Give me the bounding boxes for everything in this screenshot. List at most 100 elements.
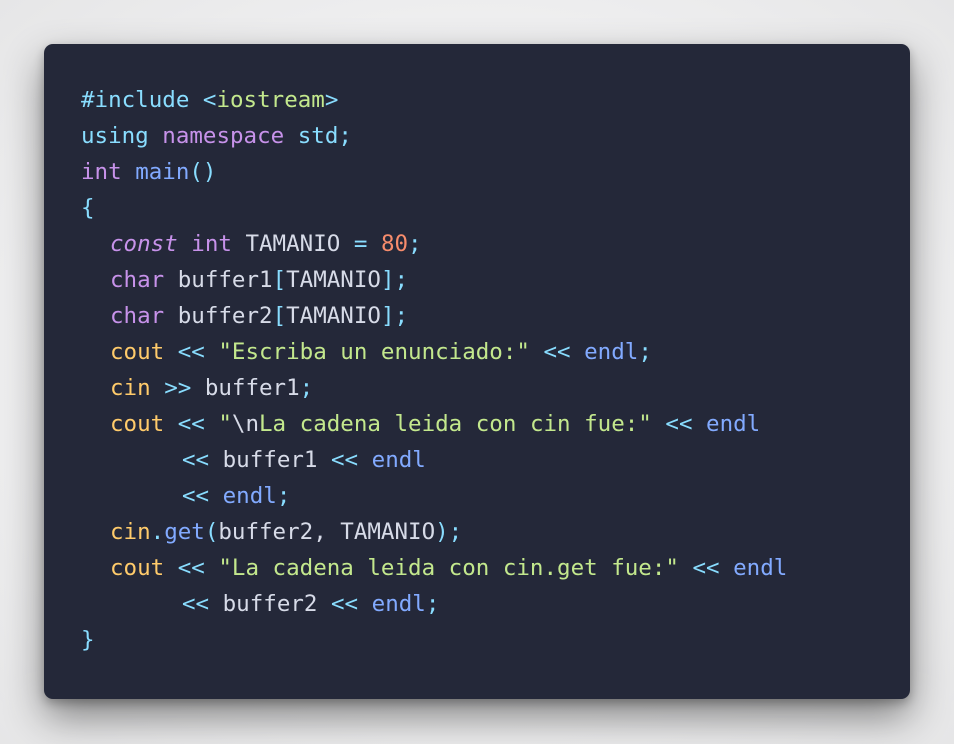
code-token: <<	[692, 555, 720, 581]
code-token: {	[81, 195, 95, 221]
code-line: cout << "La cadena leida con cin.get fue…	[81, 550, 910, 586]
code-token: <<	[331, 447, 359, 473]
code-token: <<	[177, 339, 205, 365]
code-token: buffer1	[209, 447, 332, 473]
code-token: ;	[408, 231, 422, 257]
code-token: int	[81, 159, 122, 185]
code-token: <<	[182, 447, 210, 473]
code-line: cin.get(buffer2, TAMANIO);	[81, 514, 910, 550]
code-line: const int TAMANIO = 80;	[81, 226, 910, 262]
code-token: ()	[189, 159, 217, 185]
code-token: =	[353, 231, 368, 257]
code-token: "	[218, 411, 232, 437]
code-line: cout << "\nLa cadena leida con cin fue:"…	[81, 406, 910, 442]
code-token: ;	[338, 123, 352, 149]
code-token: >>	[164, 375, 192, 401]
code-token: char	[110, 267, 165, 293]
code-token: endl	[706, 411, 761, 437]
code-token: ;	[638, 339, 652, 365]
code-token: buffer2	[209, 591, 332, 617]
code-token: <<	[182, 483, 210, 509]
code-token: #include	[81, 87, 190, 113]
code-token: cout	[110, 555, 165, 581]
code-token: <<	[665, 411, 693, 437]
code-token: <<	[177, 411, 205, 437]
code-token: cin	[110, 519, 151, 545]
code-token: >	[324, 87, 339, 113]
code-token: ];	[380, 267, 409, 293]
code-token: iostream	[216, 87, 325, 113]
code-line: << buffer1 << endl	[81, 442, 910, 478]
code-token: using	[81, 123, 149, 149]
code-token: cin	[110, 375, 151, 401]
code-token: ;	[299, 375, 314, 401]
code-token: cout	[110, 339, 165, 365]
code-token: endl	[371, 447, 426, 473]
code-token: buffer2, TAMANIO	[218, 519, 436, 545]
code-token: <<	[182, 591, 210, 617]
code-token: buffer1	[164, 267, 273, 293]
code-line: using namespace std;	[81, 118, 910, 154]
code-token: int	[191, 231, 232, 257]
code-token: main	[135, 159, 190, 185]
code-line: int main()	[81, 154, 910, 190]
code-line: char buffer2[TAMANIO];	[81, 298, 910, 334]
code-token: 80	[380, 231, 409, 257]
code-line: char buffer1[TAMANIO];	[81, 262, 910, 298]
code-block: #include <iostream> using namespace std; i…	[81, 82, 910, 658]
code-snippet-window: #include <iostream> using namespace std; i…	[44, 44, 910, 699]
code-line: cin >> buffer1;	[81, 370, 910, 406]
code-token: "La cadena leida con cin.get fue:"	[218, 555, 679, 581]
code-token: endl	[222, 483, 277, 509]
code-token: "Escriba un enunciado:"	[218, 339, 530, 365]
code-line: cout << "Escriba un enunciado:" << endl;	[81, 334, 910, 370]
code-token: char	[110, 303, 165, 329]
code-token: TAMANIO	[286, 267, 381, 293]
code-token: );	[435, 519, 463, 545]
code-token: endl	[733, 555, 788, 581]
code-line: #include <iostream>	[81, 82, 910, 118]
code-line: {	[81, 190, 910, 226]
code-token: buffer1	[191, 375, 300, 401]
code-token: <<	[543, 339, 571, 365]
code-token: ;	[276, 483, 291, 509]
code-token: endl	[371, 591, 426, 617]
code-line: << buffer2 << endl;	[81, 586, 910, 622]
code-token: std	[297, 123, 339, 149]
code-token: [	[272, 303, 287, 329]
code-token: get	[164, 519, 205, 545]
code-token: [	[272, 267, 287, 293]
code-token: const	[110, 231, 178, 257]
code-token: .	[150, 519, 165, 545]
code-token: buffer2	[164, 303, 273, 329]
code-line: << endl;	[81, 478, 910, 514]
code-token: \n	[231, 411, 260, 437]
code-token: La cadena leida con cin fue:"	[259, 411, 652, 437]
code-token: ;	[425, 591, 440, 617]
code-token: TAMANIO	[231, 231, 354, 257]
code-token: <	[202, 87, 217, 113]
code-token: cout	[110, 411, 165, 437]
code-line: }	[81, 622, 910, 658]
code-token: TAMANIO	[286, 303, 381, 329]
